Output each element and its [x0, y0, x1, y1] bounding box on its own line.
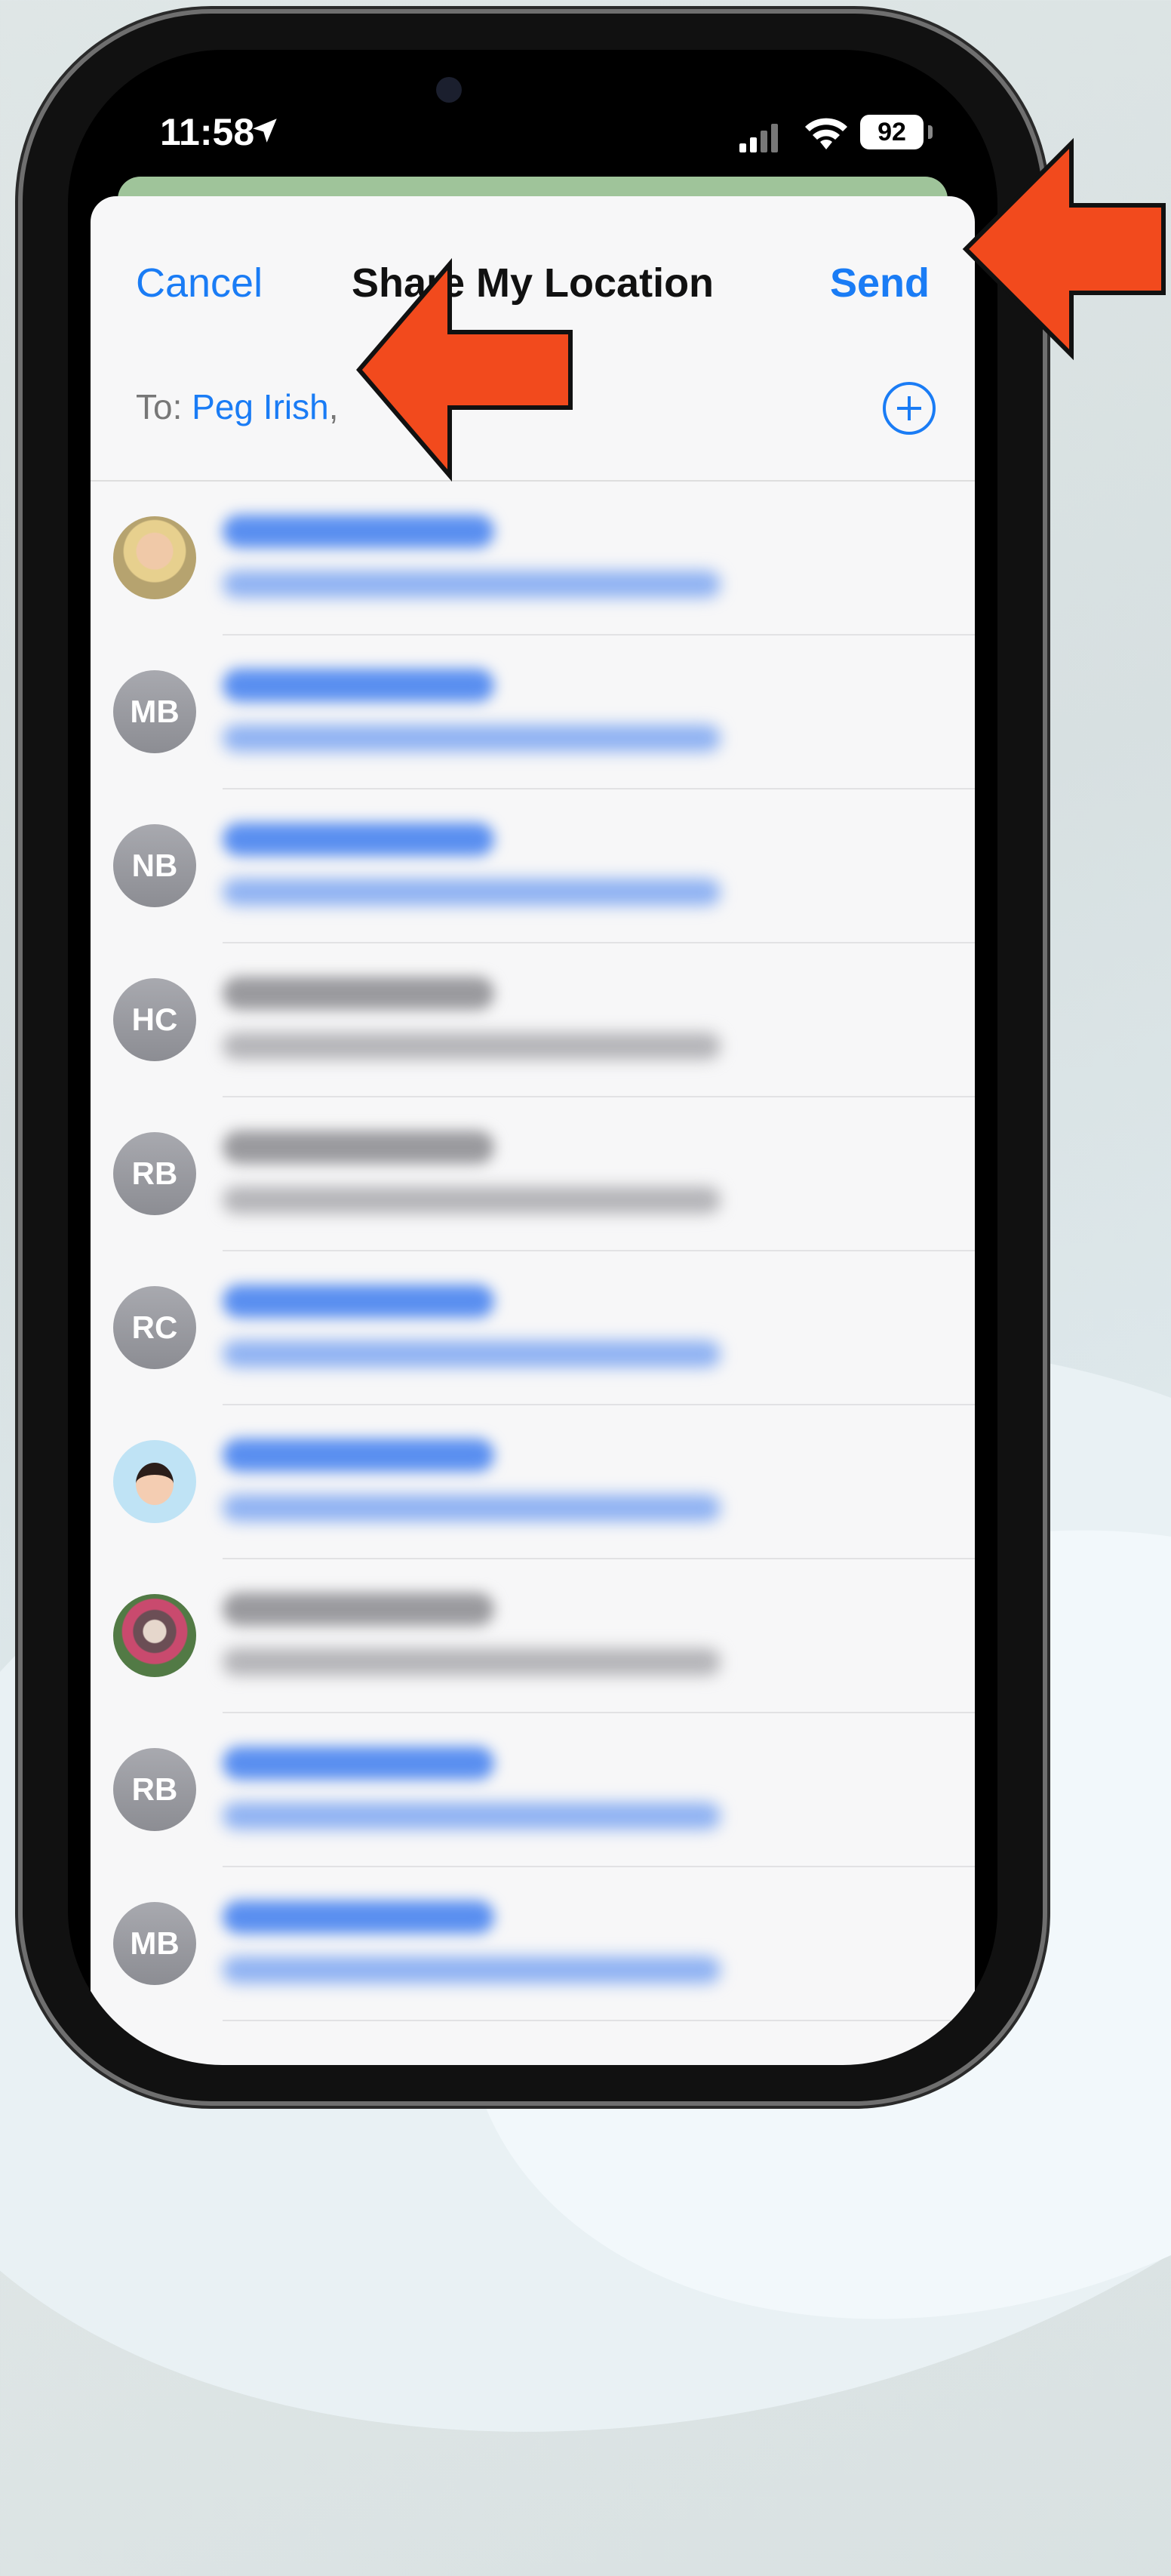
add-contact-icon[interactable] [883, 382, 936, 435]
contact-row[interactable]: MB [91, 636, 975, 789]
cancel-button[interactable]: Cancel [136, 260, 263, 306]
contact-detail-redacted [223, 1956, 721, 1984]
avatar [113, 1594, 196, 1677]
contact-row[interactable]: RB [91, 1713, 975, 1867]
contact-row[interactable] [91, 482, 975, 636]
contact-name-redacted [223, 1439, 494, 1472]
recipient-separator: , [328, 387, 339, 426]
avatar: RB [113, 1132, 196, 1215]
contact-row[interactable]: MB [91, 1867, 975, 2021]
contact-detail-redacted [223, 725, 721, 752]
avatar: RB [113, 1748, 196, 1831]
contact-detail-redacted [223, 571, 721, 598]
power-button [1043, 589, 1050, 808]
avatar: RC [113, 1286, 196, 1369]
avatar: MB [113, 670, 196, 753]
battery-tip [928, 125, 933, 139]
avatar: MB [113, 1902, 196, 1985]
contact-name-redacted [223, 1747, 494, 1780]
contact-row[interactable] [91, 1405, 975, 1559]
contact-detail-redacted [223, 1340, 721, 1368]
avatar: NB [113, 824, 196, 907]
contact-row[interactable] [91, 1559, 975, 1713]
contact-row[interactable]: HC [91, 943, 975, 1097]
contact-name-redacted [223, 1900, 494, 1934]
avatar [113, 516, 196, 599]
volume-up-button [15, 536, 23, 672]
annotation-arrow-recipient [356, 257, 573, 482]
avatar: HC [113, 978, 196, 1061]
location-arrow-icon [253, 118, 277, 143]
contact-name-redacted [223, 1285, 494, 1318]
contact-detail-redacted [223, 879, 721, 906]
status-time: 11:58 [160, 111, 255, 153]
signal-icon [739, 124, 778, 152]
contact-name-redacted [223, 1131, 494, 1164]
contact-detail-redacted [223, 1494, 721, 1522]
send-button[interactable]: Send [830, 260, 930, 306]
mute-switch [15, 400, 23, 468]
contact-row[interactable]: RC [91, 1251, 975, 1405]
contact-row[interactable]: RB [91, 1097, 975, 1251]
status-bar: 11:58 92 [68, 50, 997, 193]
contact-row[interactable]: NB [91, 789, 975, 943]
contact-detail-redacted [223, 1648, 721, 1676]
row-divider [223, 2020, 975, 2021]
contact-name-redacted [223, 515, 494, 548]
contact-name-redacted [223, 823, 494, 856]
avatar [113, 1440, 196, 1523]
recipient-token[interactable]: Peg Irish [192, 387, 329, 426]
battery-icon: 92 [860, 115, 924, 149]
to-field[interactable]: To: Peg Irish, [136, 386, 338, 427]
contact-detail-redacted [223, 1186, 721, 1214]
front-camera [436, 77, 462, 103]
annotation-arrow-send [962, 137, 1166, 361]
volume-down-button [15, 717, 23, 853]
contact-name-redacted [223, 977, 494, 1010]
memoji-face [136, 1463, 174, 1505]
contact-detail-redacted [223, 1802, 721, 1830]
contact-name-redacted [223, 1593, 494, 1626]
contact-name-redacted [223, 669, 494, 702]
to-label: To: [136, 387, 183, 426]
wifi-icon [805, 118, 847, 149]
contact-detail-redacted [223, 1033, 721, 1060]
